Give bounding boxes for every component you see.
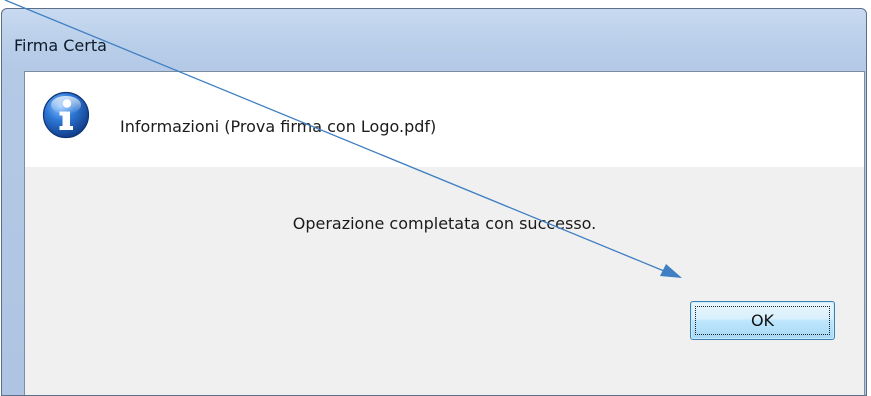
screenshot-stage: Firma Certa Informazioni (Prova firma co…: [0, 0, 871, 396]
window-title: Firma Certa: [14, 36, 107, 55]
dialog-window: Firma Certa Informazioni (Prova firma co…: [1, 8, 867, 396]
dialog-header-text: Informazioni (Prova firma con Logo.pdf): [120, 117, 437, 136]
ok-button[interactable]: OK: [690, 301, 835, 340]
info-icon: [42, 91, 90, 139]
ok-button-label: OK: [750, 311, 775, 330]
dialog-message: Operazione completata con successo.: [292, 214, 597, 233]
dialog-header: Informazioni (Prova firma con Logo.pdf): [25, 72, 864, 167]
dialog-client-area: Informazioni (Prova firma con Logo.pdf) …: [24, 71, 865, 395]
title-bar[interactable]: Firma Certa: [2, 9, 866, 71]
